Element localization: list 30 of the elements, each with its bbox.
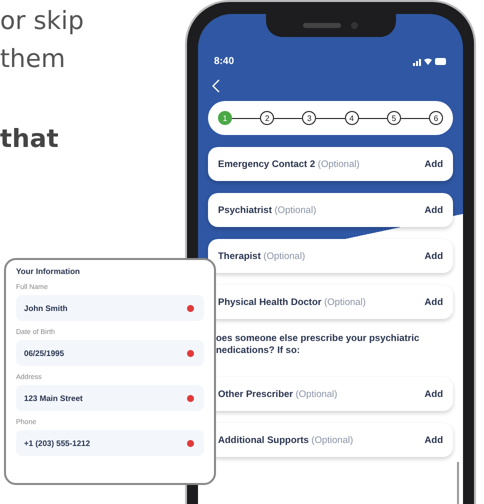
step-indicator[interactable]: 4	[344, 111, 359, 125]
add-button[interactable]: Add	[424, 204, 443, 216]
input-field[interactable]: John Smith	[16, 295, 204, 321]
question-text: nedications? If so:	[216, 345, 300, 357]
input-field[interactable]: 06/25/1995	[16, 340, 204, 366]
input-field[interactable]: +1 (203) 555-1212	[16, 430, 204, 456]
intro-text: or skip	[0, 5, 84, 37]
add-button[interactable]: Add	[424, 250, 443, 262]
entry-title: Psychiatrist (Optional)	[218, 204, 316, 216]
card-title: Your Information	[16, 267, 80, 276]
step-indicator[interactable]: 3	[302, 111, 316, 125]
status-icons	[413, 57, 447, 66]
step-indicator[interactable]: 5	[386, 111, 401, 125]
add-button[interactable]: Add	[424, 158, 443, 170]
entry-title: Other Prescriber (Optional)	[218, 388, 338, 400]
status-time: 8:40	[214, 56, 234, 67]
entry-title: Additional Supports (Optional)	[218, 434, 354, 446]
back-icon[interactable]	[212, 79, 220, 93]
input-field[interactable]: 123 Main Street	[16, 385, 204, 411]
entry-title: Physical Health Doctor (Optional)	[218, 296, 366, 308]
add-button[interactable]: Add	[424, 434, 443, 446]
step-indicator[interactable]: 6	[429, 111, 444, 125]
intro-text: them	[0, 43, 66, 75]
question-text: oes someone else prescribe your psychiatric	[216, 333, 420, 345]
intro-text: that	[0, 123, 59, 155]
entry-title: Emergency Contact 2 (Optional)	[218, 158, 360, 170]
step-indicator[interactable]: 2	[260, 111, 274, 125]
entry-title: Therapist (Optional)	[218, 250, 306, 262]
add-button[interactable]: Add	[424, 388, 443, 400]
add-button[interactable]: Add	[424, 296, 443, 308]
